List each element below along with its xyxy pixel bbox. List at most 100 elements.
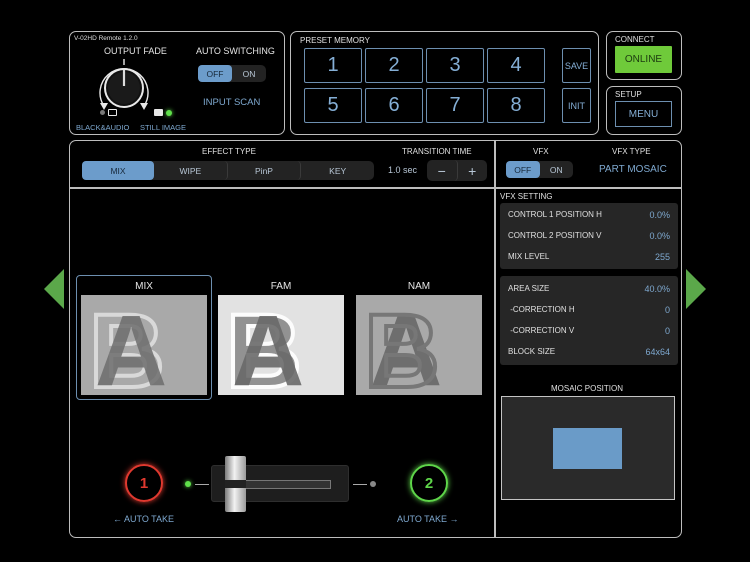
effect-type-title: EFFECT TYPE bbox=[202, 147, 256, 156]
mix-thumbnail: B A bbox=[81, 295, 207, 395]
transition-time-title: TRANSITION TIME bbox=[402, 147, 472, 156]
vfx-row-correction-v[interactable]: -CORRECTION V 0 bbox=[504, 320, 674, 341]
tbar-handle[interactable] bbox=[225, 456, 246, 512]
vfx-row-mix-level[interactable]: MIX LEVEL 255 bbox=[504, 246, 674, 267]
svg-text:A: A bbox=[232, 295, 304, 395]
vfx-row-value: 255 bbox=[654, 251, 670, 262]
mosaic-position-pad[interactable] bbox=[501, 396, 675, 500]
channel-2-label: 2 bbox=[424, 474, 434, 492]
effect-type-pinp[interactable]: PinP bbox=[228, 161, 302, 180]
vfx-row-label: MIX LEVEL bbox=[508, 252, 550, 261]
still-image-label: STILL IMAGE bbox=[140, 123, 186, 132]
vfx-row-value: 0.0% bbox=[649, 230, 670, 241]
vfx-row-label: AREA SIZE bbox=[508, 284, 550, 293]
preset-button-1[interactable]: 1 bbox=[304, 48, 362, 83]
connector-line bbox=[195, 484, 209, 485]
auto-switching-off[interactable]: OFF bbox=[198, 65, 232, 82]
tbar-handle-grip bbox=[225, 480, 246, 488]
vfx-setting-title: VFX SETTING bbox=[500, 192, 553, 201]
vfx-row-block-size[interactable]: BLOCK SIZE 64x64 bbox=[504, 341, 674, 362]
auto-switching-toggle[interactable]: OFF ON bbox=[198, 65, 266, 82]
tbar-track[interactable] bbox=[211, 456, 349, 512]
effect-type-mix[interactable]: MIX bbox=[82, 161, 154, 180]
next-page-arrow-icon[interactable] bbox=[686, 269, 706, 309]
transition-time-value: 1.0 sec bbox=[388, 165, 418, 175]
still-image-frame-icon bbox=[154, 109, 163, 116]
effect-type-wipe[interactable]: WIPE bbox=[154, 161, 228, 180]
transition-time-decrease-button[interactable]: − bbox=[427, 160, 458, 181]
vfx-type-title: VFX TYPE bbox=[612, 147, 651, 156]
channel-2-indicator-dot bbox=[370, 481, 376, 487]
preset-button-2[interactable]: 2 bbox=[365, 48, 423, 83]
auto-switching-on[interactable]: ON bbox=[232, 65, 266, 82]
black-audio-frame-icon bbox=[108, 109, 117, 116]
preset-button-7[interactable]: 7 bbox=[426, 88, 484, 123]
mix-mode-label: MIX bbox=[135, 281, 153, 292]
vfx-row-value: 40.0% bbox=[644, 283, 670, 294]
vfx-row-control1-h[interactable]: CONTROL 1 POSITION H 0.0% bbox=[504, 204, 674, 225]
auto-take-left-button[interactable]: ← AUTO TAKE bbox=[113, 514, 174, 524]
vfx-toggle[interactable]: OFF ON bbox=[506, 161, 573, 178]
connect-panel: CONNECT ONLINE bbox=[606, 31, 682, 80]
setup-panel: SETUP MENU bbox=[606, 86, 682, 135]
mix-mode-mix[interactable]: MIX B A bbox=[76, 275, 212, 400]
connector-line bbox=[353, 484, 367, 485]
auto-take-right-button[interactable]: AUTO TAKE → bbox=[397, 514, 459, 524]
channel-1-button[interactable]: 1 bbox=[125, 464, 163, 502]
vfx-row-label: -CORRECTION H bbox=[508, 305, 575, 314]
vfx-row-label: CONTROL 1 POSITION H bbox=[508, 210, 602, 219]
setup-title: SETUP bbox=[615, 90, 642, 99]
vfx-off[interactable]: OFF bbox=[506, 161, 540, 178]
effect-type-key[interactable]: KEY bbox=[301, 161, 374, 180]
preset-button-8[interactable]: 8 bbox=[487, 88, 545, 123]
channel-2-button[interactable]: 2 bbox=[410, 464, 448, 502]
vfx-row-area-size[interactable]: AREA SIZE 40.0% bbox=[504, 278, 674, 299]
preset-memory-title: PRESET MEMORY bbox=[300, 36, 370, 45]
preset-save-button[interactable]: SAVE bbox=[562, 48, 591, 83]
menu-button[interactable]: MENU bbox=[615, 101, 672, 127]
vfx-setting-group-2: AREA SIZE 40.0% -CORRECTION H 0 -CORRECT… bbox=[500, 276, 678, 365]
ab-fam-graphic-icon: B A bbox=[224, 295, 304, 395]
preset-memory-panel: PRESET MEMORY 1 2 3 4 5 6 7 8 SAVE INIT bbox=[290, 31, 599, 135]
mix-mode-fam[interactable]: B A bbox=[218, 295, 344, 395]
channel-1-label: 1 bbox=[139, 474, 149, 492]
vfx-row-label: BLOCK SIZE bbox=[508, 347, 556, 356]
mix-mode-nam[interactable]: A B bbox=[356, 295, 482, 395]
vfx-setting-section: VFX SETTING CONTROL 1 POSITION H 0.0% CO… bbox=[496, 189, 682, 537]
previous-page-arrow-icon[interactable] bbox=[44, 269, 64, 309]
mosaic-position-title: MOSAIC POSITION bbox=[551, 384, 624, 393]
vfx-row-label: CONTROL 2 POSITION V bbox=[508, 231, 602, 240]
mix-mode-label: NAM bbox=[407, 281, 431, 292]
output-fade-title: OUTPUT FADE bbox=[104, 46, 167, 56]
vfx-row-value: 0.0% bbox=[649, 209, 670, 220]
vfx-row-control2-v[interactable]: CONTROL 2 POSITION V 0.0% bbox=[504, 225, 674, 246]
channel-1-indicator-dot bbox=[185, 481, 191, 487]
vfx-row-label: -CORRECTION V bbox=[508, 326, 575, 335]
mix-mode-label: FAM bbox=[270, 281, 292, 292]
online-status-button[interactable]: ONLINE bbox=[615, 46, 672, 73]
auto-switching-title: AUTO SWITCHING bbox=[196, 46, 275, 56]
mosaic-area-handle[interactable] bbox=[553, 428, 622, 469]
output-fade-knob[interactable] bbox=[94, 56, 154, 118]
svg-text:A: A bbox=[95, 295, 167, 395]
black-audio-label: BLACK&AUDIO bbox=[76, 123, 130, 132]
vfx-type-value[interactable]: PART MOSAIC bbox=[599, 164, 667, 175]
connect-title: CONNECT bbox=[615, 35, 655, 44]
transition-time-increase-button[interactable]: + bbox=[458, 160, 488, 181]
preset-init-button[interactable]: INIT bbox=[562, 88, 591, 123]
effect-type-selector[interactable]: MIX WIPE PinP KEY bbox=[82, 161, 374, 180]
vfx-setting-group-1: CONTROL 1 POSITION H 0.0% CONTROL 2 POSI… bbox=[500, 203, 678, 269]
preset-button-6[interactable]: 6 bbox=[365, 88, 423, 123]
vfx-row-correction-h[interactable]: -CORRECTION H 0 bbox=[504, 299, 674, 320]
vfx-row-value: 64x64 bbox=[645, 346, 670, 357]
main-panel: EFFECT TYPE MIX WIPE PinP KEY TRANSITION… bbox=[69, 140, 682, 538]
preset-button-5[interactable]: 5 bbox=[304, 88, 362, 123]
vfx-title: VFX bbox=[533, 147, 549, 156]
preset-button-3[interactable]: 3 bbox=[426, 48, 484, 83]
ab-mix-graphic-icon: B A bbox=[87, 295, 167, 395]
input-scan-button[interactable]: INPUT SCAN bbox=[203, 97, 260, 108]
ab-nam-graphic-icon: A B bbox=[362, 295, 442, 395]
vfx-on[interactable]: ON bbox=[540, 161, 574, 178]
preset-button-4[interactable]: 4 bbox=[487, 48, 545, 83]
transition-time-stepper[interactable]: − + bbox=[427, 160, 487, 181]
